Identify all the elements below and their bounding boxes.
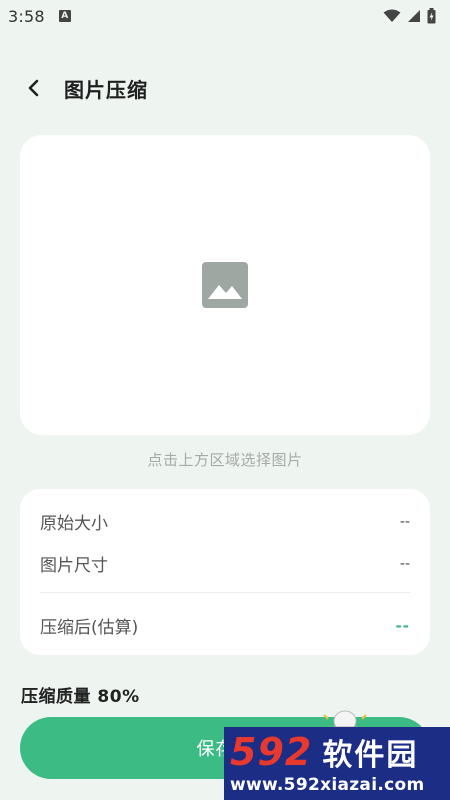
signal-icon xyxy=(408,10,420,22)
image-placeholder-icon xyxy=(202,262,248,308)
wifi-icon xyxy=(383,9,401,22)
watermark-title: 592 软件园 xyxy=(230,730,418,774)
battery-icon xyxy=(427,8,436,24)
chevron-left-icon xyxy=(28,79,39,97)
notification-badge: A xyxy=(58,10,71,22)
image-picker-area[interactable] xyxy=(20,135,430,435)
original-size-value: -- xyxy=(399,513,410,530)
dimensions-value: -- xyxy=(399,555,410,572)
watermark-brand: 软件园 xyxy=(322,738,419,773)
back-button[interactable] xyxy=(12,66,56,110)
dimensions-row: 图片尺寸 -- xyxy=(40,551,410,577)
image-info-card: 原始大小 -- 图片尺寸 -- 压缩后(估算) -- xyxy=(20,489,430,655)
compressed-label: 压缩后(估算) xyxy=(40,618,139,638)
info-divider xyxy=(40,592,410,593)
compressed-row: 压缩后(估算) -- xyxy=(40,613,410,639)
picker-hint: 点击上方区域选择图片 xyxy=(147,451,303,469)
watermark-url: www.592xiazai.com xyxy=(230,775,425,795)
original-size-row: 原始大小 -- xyxy=(40,509,410,535)
status-bar: 3:58 A xyxy=(0,0,450,32)
status-icons xyxy=(383,8,436,24)
page-title: 图片压缩 xyxy=(64,77,148,102)
original-size-label: 原始大小 xyxy=(40,514,108,534)
compressed-value: -- xyxy=(395,616,410,635)
quality-label: 压缩质量 80% xyxy=(21,687,140,707)
status-time: 3:58 xyxy=(8,6,45,26)
watermark-number: 592 xyxy=(230,730,313,774)
dimensions-label: 图片尺寸 xyxy=(40,556,108,576)
watermark-logo: 592 软件园 www.592xiazai.com xyxy=(224,727,450,800)
app-header: 图片压缩 xyxy=(0,62,450,114)
